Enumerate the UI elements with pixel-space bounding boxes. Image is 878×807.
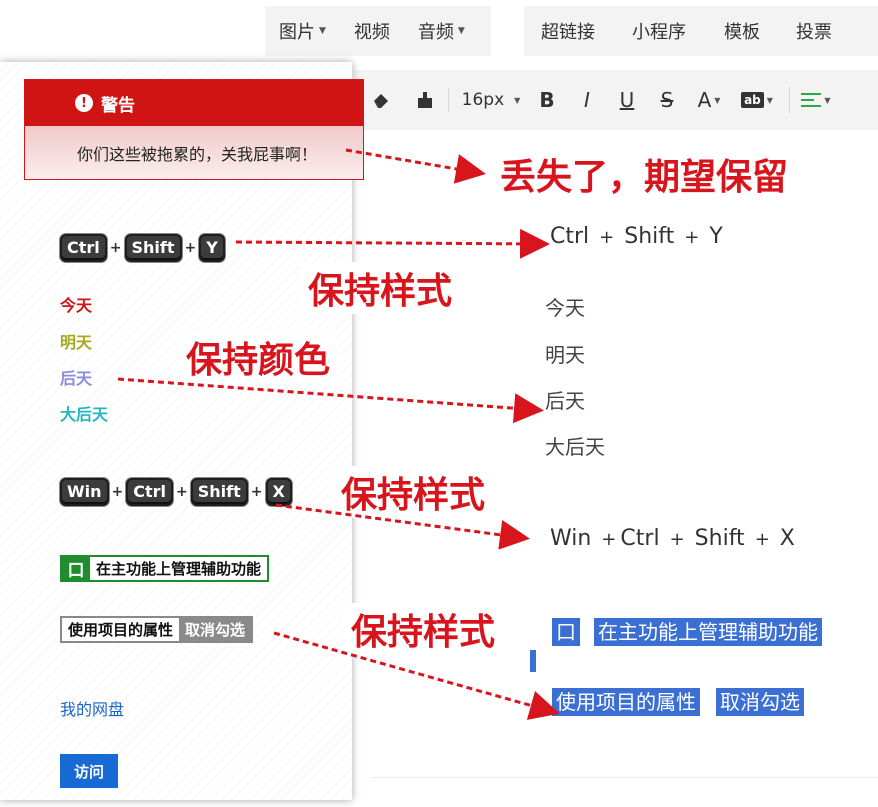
arrow-days [117,377,544,424]
annotation-arrows [117,148,560,720]
arrow-lost [345,148,486,184]
arrow-keys-1 [235,228,550,259]
arrow-keys-2 [275,503,530,550]
arrow-tags [273,631,560,720]
